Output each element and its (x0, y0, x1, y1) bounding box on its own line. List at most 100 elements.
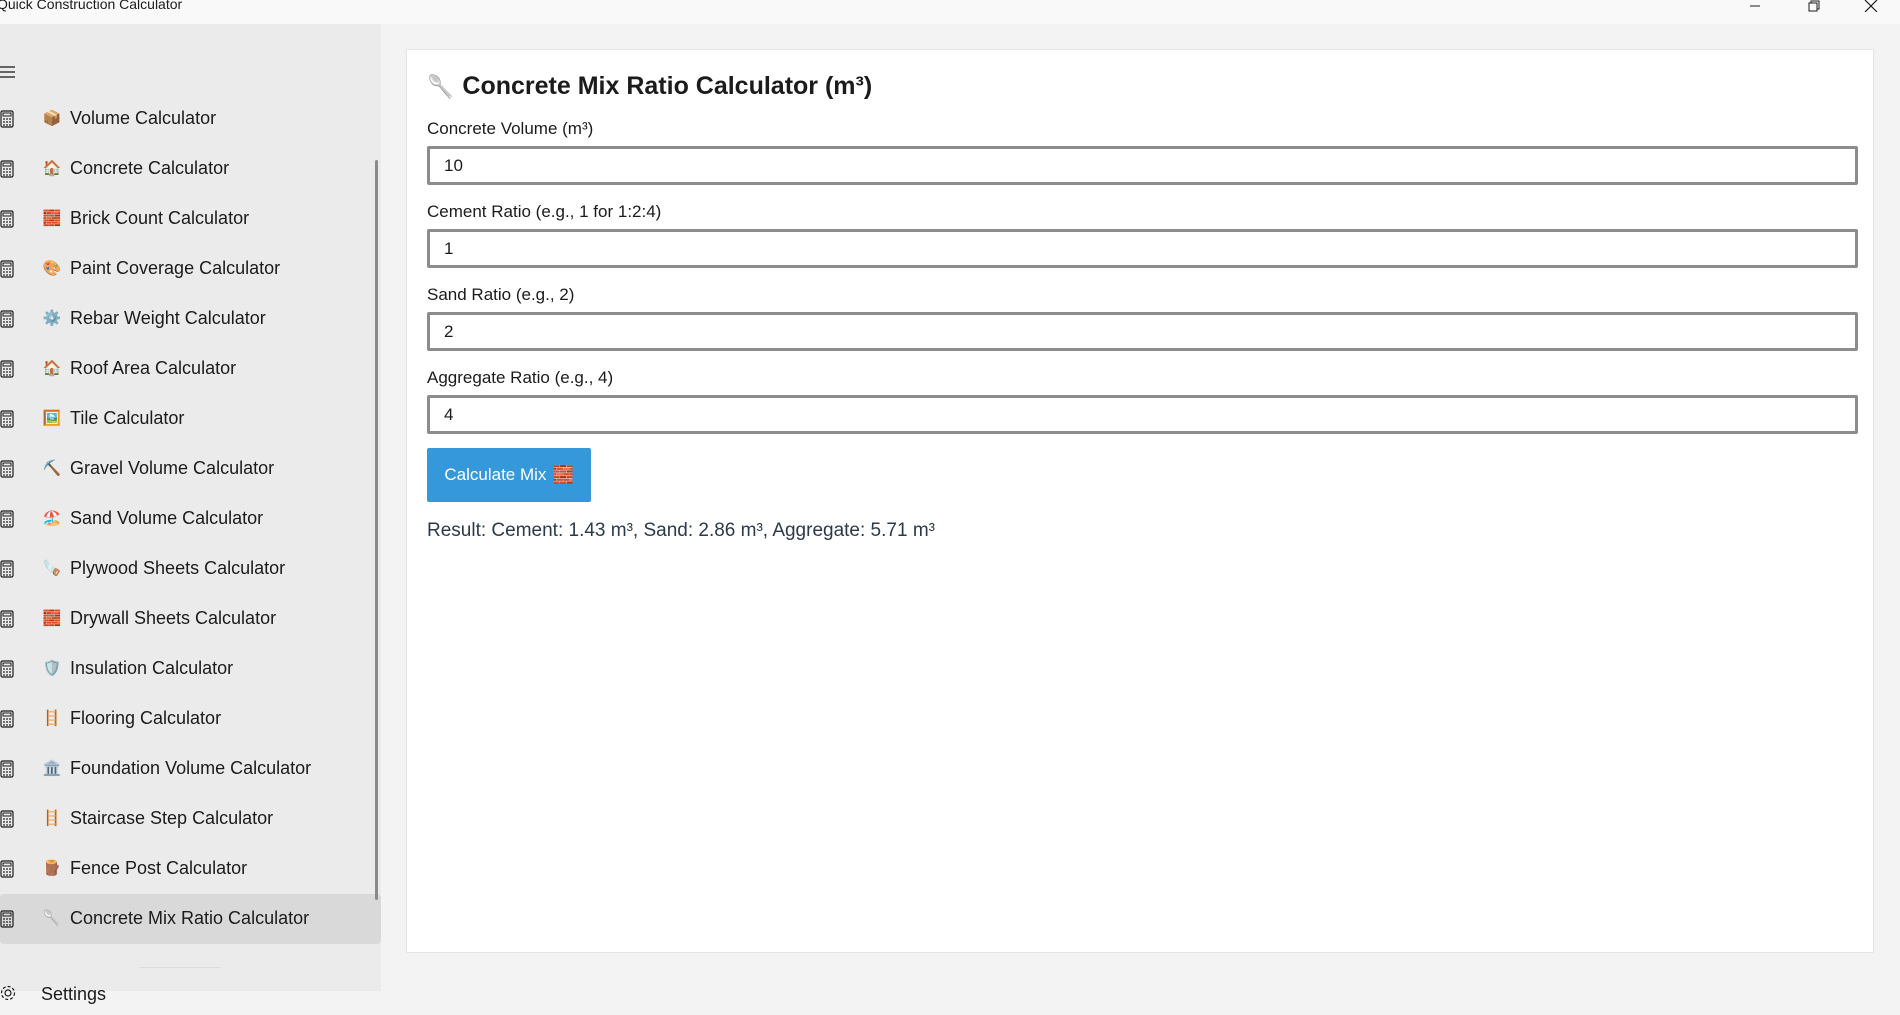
sidebar-item-label: Fence Post Calculator (70, 858, 248, 878)
calculator-icon (0, 760, 14, 778)
calculator-icon (0, 410, 14, 428)
item-emoji-icon: 🥄 (42, 909, 62, 927)
sidebar-item-label: Concrete Calculator (70, 158, 230, 178)
item-emoji-icon: 🛡️ (42, 659, 62, 677)
item-emoji-icon: 🪜 (42, 709, 62, 727)
restore-button[interactable] (1791, 0, 1837, 24)
item-emoji-icon: ⛏️ (42, 459, 62, 477)
sidebar-item[interactable]: 🧱 Drywall Sheets Calculator (0, 594, 381, 644)
page-title: 🥄 Concrete Mix Ratio Calculator (m³) (427, 72, 872, 101)
calculator-icon (0, 110, 14, 128)
sand-ratio-input[interactable] (427, 312, 1858, 351)
app-title: Quick Construction Calculator (0, 0, 183, 12)
sidebar-item[interactable]: ⛏️ Gravel Volume Calculator (0, 444, 381, 494)
brick-icon: 🧱 (552, 465, 574, 484)
sidebar-item-label: Rebar Weight Calculator (70, 308, 266, 328)
gear-icon (0, 985, 16, 1001)
calculator-icon (0, 610, 14, 628)
sidebar-item-label: Foundation Volume Calculator (70, 758, 312, 778)
sidebar-item-label: Plywood Sheets Calculator (70, 558, 286, 578)
calculator-icon (0, 310, 14, 328)
close-icon (1864, 0, 1878, 12)
sidebar-item-label: Brick Count Calculator (70, 208, 250, 228)
item-emoji-icon: 🏖️ (42, 509, 62, 527)
calculator-icon (0, 360, 14, 378)
concrete-volume-input[interactable] (427, 146, 1858, 185)
minimize-button[interactable] (1732, 0, 1778, 24)
sidebar-item[interactable]: 📦 Volume Calculator (0, 94, 381, 144)
sidebar-item[interactable]: 🏖️ Sand Volume Calculator (0, 494, 381, 544)
restore-icon (1808, 0, 1820, 12)
sidebar-item-label: Roof Area Calculator (70, 358, 237, 378)
calculator-icon (0, 860, 14, 878)
minimize-icon (1750, 5, 1760, 7)
sidebar-scrollbar[interactable] (375, 160, 378, 900)
item-emoji-icon: ⚙️ (42, 309, 62, 327)
footer-separator (140, 967, 220, 968)
sidebar-item-label: Tile Calculator (70, 408, 185, 428)
aggregate-ratio-input[interactable] (427, 395, 1858, 434)
sidebar-item[interactable]: 🛡️ Insulation Calculator (0, 644, 381, 694)
calculator-icon (0, 160, 14, 178)
sand-ratio-label: Sand Ratio (e.g., 2) (427, 285, 575, 304)
concrete-volume-label: Concrete Volume (m³) (427, 119, 594, 138)
item-emoji-icon: 🏛️ (42, 759, 62, 777)
sidebar-item-label: Paint Coverage Calculator (70, 258, 281, 278)
close-button[interactable] (1848, 0, 1894, 24)
item-emoji-icon: 🧱 (42, 609, 62, 627)
item-emoji-icon: 🪚 (42, 559, 62, 577)
calculator-icon (0, 810, 14, 828)
sidebar-item[interactable]: ⚙️ Rebar Weight Calculator (0, 294, 381, 344)
settings-item[interactable]: Settings (0, 979, 381, 1015)
calculator-icon (0, 210, 14, 228)
calculator-icon (0, 660, 14, 678)
calculator-icon (0, 910, 14, 928)
sidebar-item-label: Sand Volume Calculator (70, 508, 264, 528)
spoon-icon: 🥄 (427, 74, 455, 99)
calculate-mix-label: Calculate Mix (444, 465, 547, 484)
sidebar-item-label: Concrete Mix Ratio Calculator (70, 908, 310, 928)
hamburger-icon[interactable] (0, 65, 16, 79)
sidebar-item[interactable]: 🥄 Concrete Mix Ratio Calculator (0, 894, 381, 944)
item-emoji-icon: 🪜 (42, 809, 62, 827)
item-emoji-icon: 🖼️ (42, 409, 62, 427)
result-text: Result: Cement: 1.43 m³, Sand: 2.86 m³, … (427, 520, 935, 541)
item-emoji-icon: 🏠 (42, 359, 62, 377)
sidebar-item[interactable]: 🧱 Brick Count Calculator (0, 194, 381, 244)
calculate-mix-button[interactable]: Calculate Mix 🧱 (427, 448, 591, 502)
calculator-icon (0, 460, 14, 478)
settings-label: Settings (41, 984, 107, 1004)
calculator-icon (0, 510, 14, 528)
sidebar-item[interactable]: 🏠 Roof Area Calculator (0, 344, 381, 394)
sidebar-item[interactable]: 🎨 Paint Coverage Calculator (0, 244, 381, 294)
sidebar-item[interactable]: 🏛️ Foundation Volume Calculator (0, 744, 381, 794)
sidebar-item-label: Insulation Calculator (70, 658, 234, 678)
calculator-icon (0, 560, 14, 578)
page-title-text: Concrete Mix Ratio Calculator (m³) (462, 72, 873, 100)
sidebar-item-label: Volume Calculator (70, 108, 217, 128)
cement-ratio-input[interactable] (427, 229, 1858, 268)
sidebar-item[interactable]: 🏠 Concrete Calculator (0, 144, 381, 194)
item-emoji-icon: 🧱 (42, 209, 62, 227)
sidebar-item[interactable]: 🪜 Flooring Calculator (0, 694, 381, 744)
item-emoji-icon: 🎨 (42, 259, 62, 277)
sidebar-item[interactable]: 🪜 Staircase Step Calculator (0, 794, 381, 844)
title-bar: Quick Construction Calculator (0, 0, 1900, 24)
nav-list: 📦 Volume Calculator 🏠 Concrete Calculator 🧱 B… (0, 94, 381, 944)
calculator-card: 🥄 Concrete Mix Ratio Calculator (m³) Conc… (406, 49, 1874, 953)
aggregate-ratio-label: Aggregate Ratio (e.g., 4) (427, 368, 614, 387)
sidebar: 📦 Volume Calculator 🏠 Concrete Calculator 🧱 B… (0, 24, 381, 1004)
sidebar-item[interactable]: 🖼️ Tile Calculator (0, 394, 381, 444)
cement-ratio-label: Cement Ratio (e.g., 1 for 1:2:4) (427, 202, 662, 221)
calculator-icon (0, 710, 14, 728)
item-emoji-icon: 🪵 (42, 859, 62, 877)
sidebar-item-label: Drywall Sheets Calculator (70, 608, 277, 628)
sidebar-item[interactable]: 🪵 Fence Post Calculator (0, 844, 381, 894)
sidebar-item-label: Flooring Calculator (70, 708, 222, 728)
sidebar-item-label: Staircase Step Calculator (70, 808, 274, 828)
item-emoji-icon: 🏠 (42, 159, 62, 177)
calculator-icon (0, 260, 14, 278)
sidebar-item-label: Gravel Volume Calculator (70, 458, 275, 478)
sidebar-item[interactable]: 🪚 Plywood Sheets Calculator (0, 544, 381, 594)
item-emoji-icon: 📦 (42, 109, 62, 127)
